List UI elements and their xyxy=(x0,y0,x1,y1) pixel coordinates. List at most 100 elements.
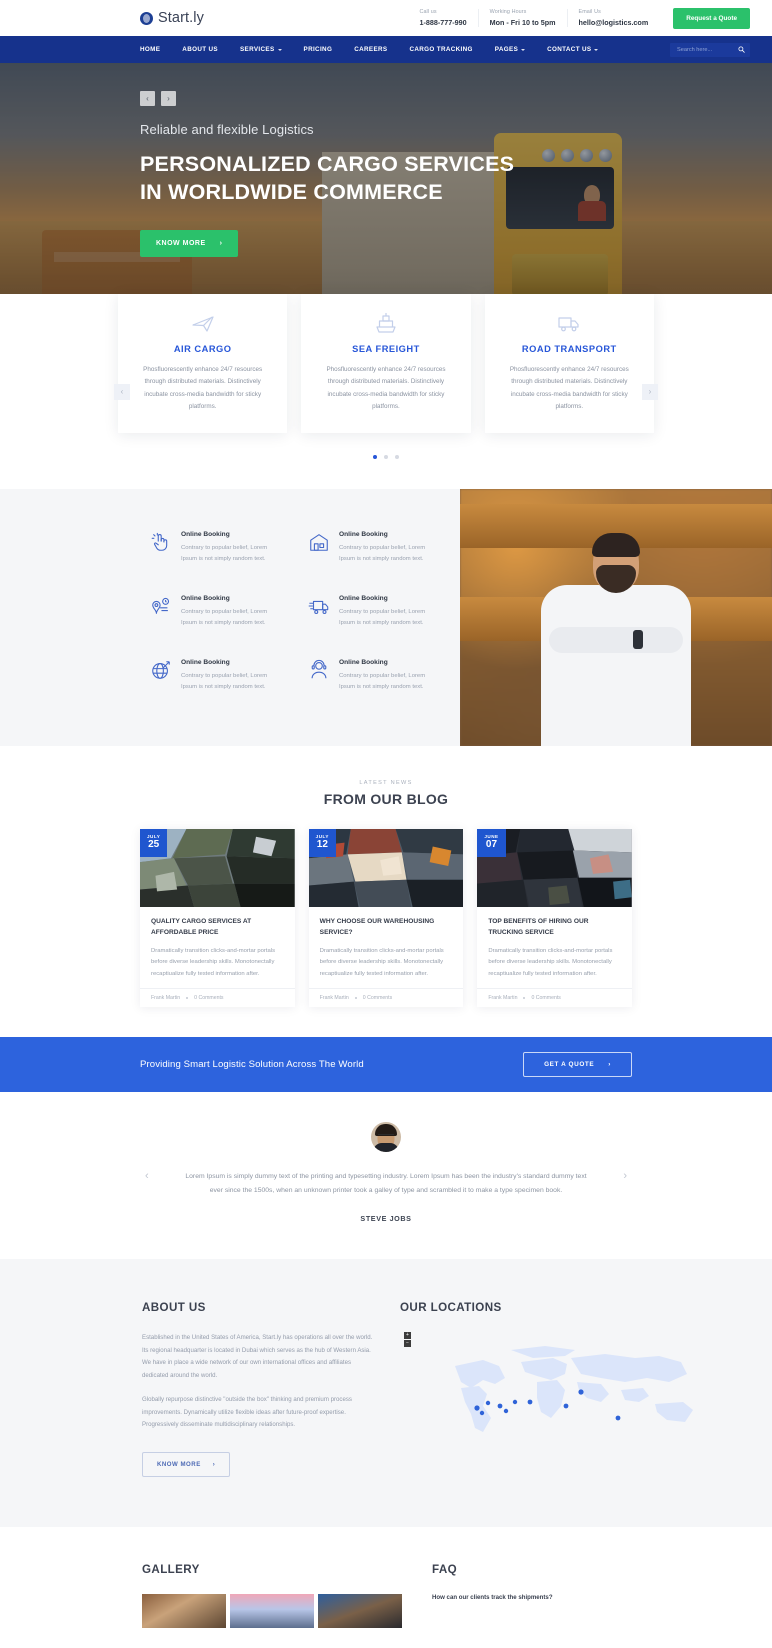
blog-comments[interactable]: 0 Comments xyxy=(194,995,223,1001)
map-zoom-in-button[interactable]: + xyxy=(404,1332,411,1340)
contact-working-hours: Working Hours Mon - Fri 10 to 5pm xyxy=(477,9,567,27)
gallery-grid xyxy=(142,1593,402,1628)
contact-call-us-value[interactable]: 1-888-777-990 xyxy=(419,18,466,27)
blog-kicker: LATEST NEWS xyxy=(359,780,413,787)
nav-item-pricing[interactable]: PRICING xyxy=(293,46,344,53)
nav-label: CARGO TRACKING xyxy=(409,46,473,53)
blog-thumbnail[interactable]: JUNE 07 xyxy=(477,829,633,908)
feature-item[interactable]: Online Booking Contrary to popular belie… xyxy=(308,659,440,693)
feature-desc: Contrary to popular belief, Lorem Ipsum … xyxy=(339,672,426,690)
blog-card[interactable]: JUNE 07 TOP BENEFITS OF HIRING OUR TRUCK… xyxy=(477,829,633,1008)
feature-item[interactable]: Online Booking Contrary to popular belie… xyxy=(150,659,282,693)
nav-label: HOME xyxy=(140,46,161,53)
contact-email: Email Us hello@logistics.com xyxy=(566,9,660,27)
service-desc: Phosfluorescently enhance 24/7 resources… xyxy=(509,366,629,410)
map-landmasses xyxy=(455,1346,693,1433)
blog-comments[interactable]: 0 Comments xyxy=(363,995,392,1001)
service-title: ROAD TRANSPORT xyxy=(521,344,617,354)
feature-item[interactable]: Online Booking Contrary to popular belie… xyxy=(308,531,440,565)
feature-desc: Contrary to popular belief, Lorem Ipsum … xyxy=(339,545,426,562)
contact-call-us-label: Call us xyxy=(419,9,437,16)
ship-icon xyxy=(317,310,454,336)
blog-comments[interactable]: 0 Comments xyxy=(531,995,560,1001)
avatar-glasses xyxy=(378,1134,394,1138)
map-zoom-controls: + − xyxy=(404,1332,411,1348)
services-dot-2[interactable] xyxy=(384,455,388,460)
search-icon[interactable] xyxy=(738,46,745,53)
brand-logo[interactable]: Start.ly xyxy=(140,10,204,26)
faq-column: FAQ How can our clients track the shipme… xyxy=(432,1563,750,1628)
blog-post-title[interactable]: TOP BENEFITS OF HIRING OUR TRUCKING SERV… xyxy=(488,917,621,939)
blog-author: Frank Martin xyxy=(488,995,518,1002)
services-dot-3[interactable] xyxy=(395,455,399,460)
testimonial-avatar xyxy=(371,1122,401,1153)
gallery-item[interactable] xyxy=(318,1593,402,1628)
blog-meta: Frank Martin 0 Comments xyxy=(308,988,464,1007)
nav-label: PAGES xyxy=(494,46,519,53)
gallery-item[interactable] xyxy=(142,1593,226,1628)
hero-slider-controls: ‹ › xyxy=(140,91,772,106)
blog-card[interactable]: JULY 12 WHY CHOOSE OUR WAREHOUSING SERVI… xyxy=(308,829,464,1008)
services-dot-1[interactable] xyxy=(373,455,377,460)
service-card-sea-freight[interactable]: SEA FREIGHT Phosfluorescently enhance 24… xyxy=(301,294,471,434)
person-watch xyxy=(633,630,643,650)
contact-email-value[interactable]: hello@logistics.com xyxy=(579,18,649,27)
blog-meta: Frank Martin 0 Comments xyxy=(140,988,295,1007)
features-section: Online Booking Contrary to popular belie… xyxy=(0,489,772,747)
gallery-item[interactable] xyxy=(230,1593,314,1628)
map-zoom-out-button[interactable]: − xyxy=(404,1340,411,1348)
feature-item[interactable]: Online Booking Contrary to popular belie… xyxy=(150,595,282,629)
services-next-button[interactable]: › xyxy=(642,383,658,400)
nav-item-home[interactable]: HOME xyxy=(140,46,171,53)
blog-date-badge: JUNE 07 xyxy=(477,829,506,857)
hero-prev-button[interactable]: ‹ xyxy=(140,91,155,106)
feature-item[interactable]: Online Booking Contrary to popular belie… xyxy=(150,531,282,565)
globe-logo-icon xyxy=(140,11,153,25)
nav-item-cargo-tracking[interactable]: CARGO TRACKING xyxy=(398,46,483,53)
blog-thumbnail[interactable]: JULY 25 xyxy=(140,829,295,908)
blog-body: TOP BENEFITS OF HIRING OUR TRUCKING SERV… xyxy=(477,907,632,988)
nav-item-careers[interactable]: CAREERS xyxy=(343,46,398,53)
world-map[interactable]: + − xyxy=(400,1332,750,1452)
blog-date-badge: JULY 25 xyxy=(140,829,168,857)
nav-label: ABOUT US xyxy=(182,46,218,53)
nav-label: CONTACT US xyxy=(547,46,592,53)
service-desc: Phosfluorescently enhance 24/7 resources… xyxy=(143,366,263,410)
main-navigation: HOME ABOUT US SERVICES PRICING CAREERS C… xyxy=(0,36,772,63)
nav-item-about-us[interactable]: ABOUT US xyxy=(171,46,229,53)
faq-heading: FAQ xyxy=(432,1562,458,1576)
about-paragraph-2: Globally repurpose distinctive "outside … xyxy=(142,1396,352,1429)
avatar-shirt xyxy=(373,1143,399,1153)
services-prev-button[interactable]: ‹ xyxy=(114,383,130,400)
about-know-more-button[interactable]: KNOW MORE › xyxy=(142,1451,231,1477)
hero-content: ‹ › Reliable and flexible Logistics PERS… xyxy=(0,63,772,258)
cta-banner: Providing Smart Logistic Solution Across… xyxy=(0,1037,772,1093)
blog-card[interactable]: JULY 25 QUALITY CARGO SERVICES AT AFFORD… xyxy=(140,829,295,1008)
testimonial-prev-button[interactable]: ‹ xyxy=(145,1170,149,1182)
person-crossed-arms xyxy=(549,627,683,654)
chevron-right-icon: › xyxy=(608,1061,611,1069)
nav-item-contact-us[interactable]: CONTACT US xyxy=(536,46,609,53)
chevron-down-icon xyxy=(277,48,282,51)
hero-know-more-button[interactable]: KNOW MORE › xyxy=(140,230,239,258)
hero-subtitle: Reliable and flexible Logistics xyxy=(140,122,314,137)
blog-post-title[interactable]: QUALITY CARGO SERVICES AT AFFORDABLE PRI… xyxy=(151,917,284,939)
service-card-air-cargo[interactable]: AIR CARGO Phosfluorescently enhance 24/7… xyxy=(118,294,288,434)
hero-next-button[interactable]: › xyxy=(161,91,176,106)
testimonial-next-button[interactable]: › xyxy=(623,1170,627,1182)
get-a-quote-button[interactable]: GET A QUOTE › xyxy=(523,1052,632,1078)
nav-item-pages[interactable]: PAGES xyxy=(484,46,536,53)
service-desc: Phosfluorescently enhance 24/7 resources… xyxy=(326,366,446,410)
gallery-column: GALLERY xyxy=(142,1563,402,1628)
blog-post-title[interactable]: WHY CHOOSE OUR WAREHOUSING SERVICE? xyxy=(320,917,453,939)
feature-title: Online Booking xyxy=(181,658,230,666)
request-quote-button[interactable]: Request a Quote xyxy=(673,7,750,29)
feature-item[interactable]: Online Booking Contrary to popular belie… xyxy=(308,595,440,629)
service-card-road-transport[interactable]: ROAD TRANSPORT Phosfluorescently enhance… xyxy=(484,294,654,434)
nav-item-services[interactable]: SERVICES xyxy=(229,46,293,53)
top-contact-info: Call us 1-888-777-990 Working Hours Mon … xyxy=(408,9,659,27)
page-root: Start.ly Call us 1-888-777-990 Working H… xyxy=(0,0,772,1648)
support-agent-icon xyxy=(308,659,330,681)
blog-body: WHY CHOOSE OUR WAREHOUSING SERVICE? Dram… xyxy=(309,907,464,988)
blog-thumbnail[interactable]: JULY 12 xyxy=(308,829,464,908)
